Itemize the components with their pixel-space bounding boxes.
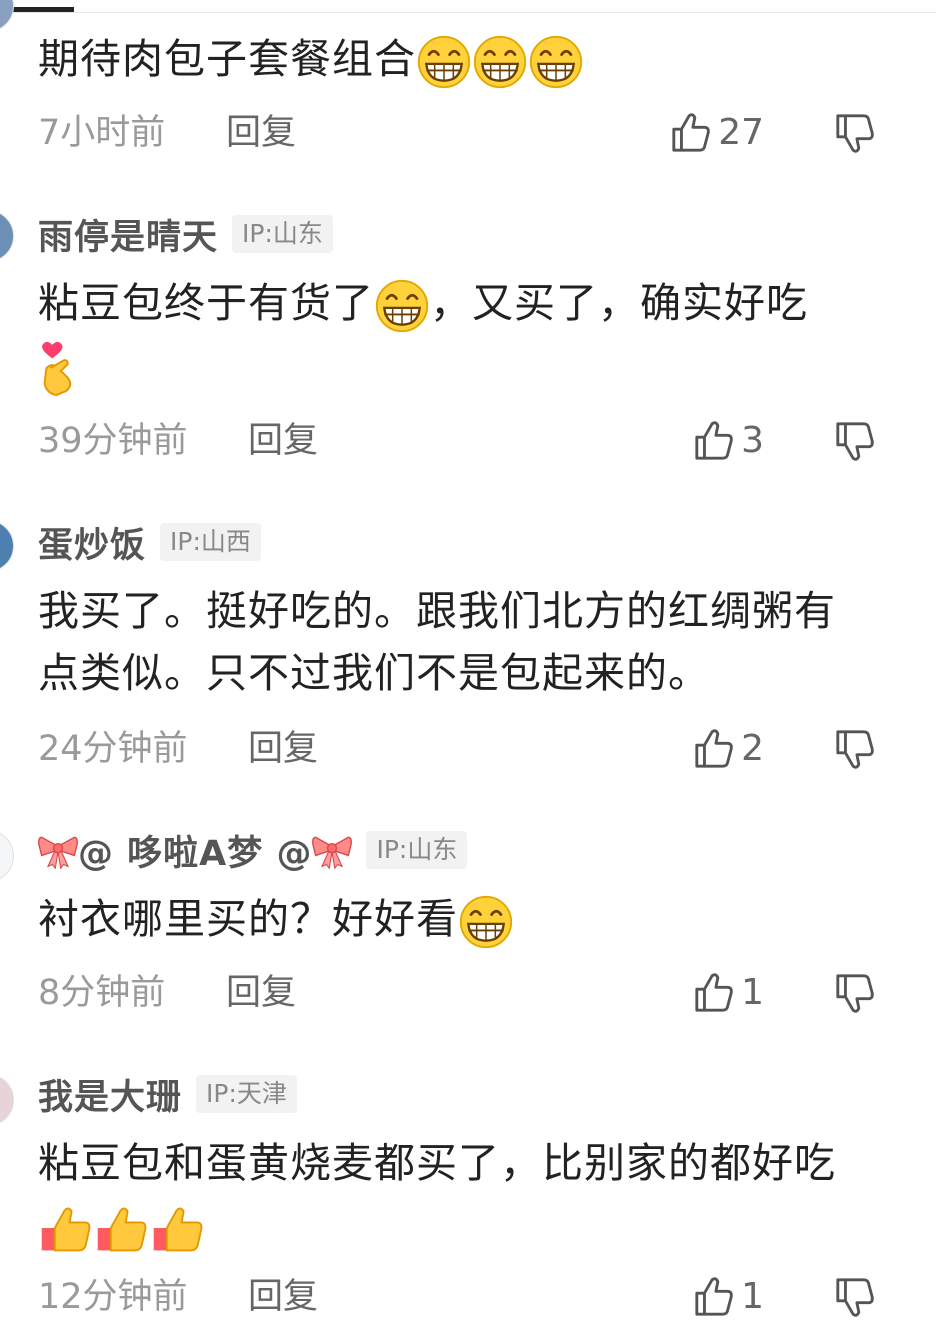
thumbs-down-outline-icon[interactable] — [834, 1275, 876, 1319]
like-button[interactable]: 27 — [670, 111, 764, 155]
avatar[interactable] — [0, 210, 14, 262]
ip-badge: IP:天津 — [196, 1075, 297, 1113]
grinning-face-emoji — [528, 34, 584, 90]
thumbs-up-emoji — [150, 1200, 206, 1256]
grinning-face-emoji — [472, 34, 528, 90]
avatar[interactable] — [0, 0, 14, 32]
username[interactable]: 雨停是晴天 — [38, 209, 218, 260]
grinning-face-emoji — [374, 278, 430, 334]
like-count: 27 — [718, 112, 764, 153]
ip-badge: IP:山东 — [232, 215, 333, 253]
like-button[interactable]: 1 — [693, 971, 764, 1015]
thumbs-up-emoji — [38, 1200, 94, 1256]
grinning-face-emoji — [458, 894, 514, 950]
like-button[interactable]: 2 — [693, 727, 764, 771]
top-divider — [0, 12, 936, 13]
ribbon-emoji — [312, 831, 352, 869]
like-count: 1 — [741, 972, 764, 1013]
user-row: 我是大珊 IP:天津 — [38, 1072, 297, 1118]
comment-text: 我买了。挺好吃的。跟我们北方的红绸粥有点类似。只不过我们不是包起来的。 — [38, 587, 836, 697]
reply-button[interactable]: 回复 — [226, 968, 296, 1018]
like-count: 1 — [741, 1276, 764, 1317]
comment-time: 39分钟前 — [38, 421, 188, 461]
like-button[interactable]: 3 — [693, 419, 764, 463]
comment-time: 24分钟前 — [38, 729, 188, 769]
ip-badge: IP:山西 — [160, 523, 261, 561]
user-row: 蛋炒饭 IP:山西 — [38, 520, 261, 566]
reply-button[interactable]: 回复 — [248, 724, 318, 774]
ip-badge: IP:山东 — [366, 831, 468, 869]
like-count: 3 — [741, 420, 764, 461]
username[interactable]: 我是大珊 — [38, 1069, 182, 1120]
heart-hands-emoji — [38, 339, 82, 397]
avatar[interactable] — [0, 520, 14, 572]
thumbs-down-outline-icon[interactable] — [834, 111, 876, 155]
reply-button[interactable]: 回复 — [248, 416, 318, 466]
comment-meta: 39分钟前 回复 3 — [38, 416, 898, 466]
username[interactable]: 蛋炒饭 — [38, 517, 146, 568]
thumbs-up-outline-icon — [693, 419, 735, 463]
thumbs-down-outline-icon[interactable] — [834, 971, 876, 1015]
thumbs-up-outline-icon — [670, 111, 712, 155]
comment-meta: 12分钟前 回复 1 — [38, 1272, 898, 1322]
comment-text: 粘豆包和蛋黄烧麦都买了，比别家的都好吃 — [38, 1132, 868, 1256]
comment-meta: 24分钟前 回复 2 — [38, 724, 898, 774]
grinning-face-emoji — [416, 34, 472, 90]
comment-time: 8分钟前 — [38, 973, 166, 1013]
user-row: 雨停是晴天 IP:山东 — [38, 212, 333, 258]
comment-text: 衬衣哪里买的？好好看 — [38, 888, 898, 950]
avatar[interactable] — [0, 830, 14, 882]
reply-button[interactable]: 回复 — [248, 1272, 318, 1322]
reply-button[interactable]: 回复 — [226, 108, 296, 158]
username[interactable]: @ 哆啦A梦 @ — [78, 825, 312, 876]
comment-text: 粘豆包终于有货了 ，又买了，确实好吃 — [38, 272, 898, 397]
like-count: 2 — [741, 728, 764, 769]
like-button[interactable]: 1 — [693, 1275, 764, 1319]
avatar[interactable] — [0, 1074, 14, 1126]
user-row: @ 哆啦A梦 @ IP:山东 — [38, 828, 468, 874]
comment-time: 12分钟前 — [38, 1277, 188, 1317]
thumbs-up-emoji — [94, 1200, 150, 1256]
comment-time: 7小时前 — [38, 113, 166, 153]
thumbs-up-outline-icon — [693, 1275, 735, 1319]
comment-meta: 7小时前 回复 27 — [38, 108, 898, 158]
thumbs-down-outline-icon[interactable] — [834, 419, 876, 463]
thumbs-up-outline-icon — [693, 971, 735, 1015]
comment-meta: 8分钟前 回复 1 — [38, 968, 898, 1018]
thumbs-up-outline-icon — [693, 727, 735, 771]
thumbs-down-outline-icon[interactable] — [834, 727, 876, 771]
ribbon-emoji — [38, 831, 78, 869]
comment-text: 期待肉包子套餐组合 — [38, 28, 898, 90]
